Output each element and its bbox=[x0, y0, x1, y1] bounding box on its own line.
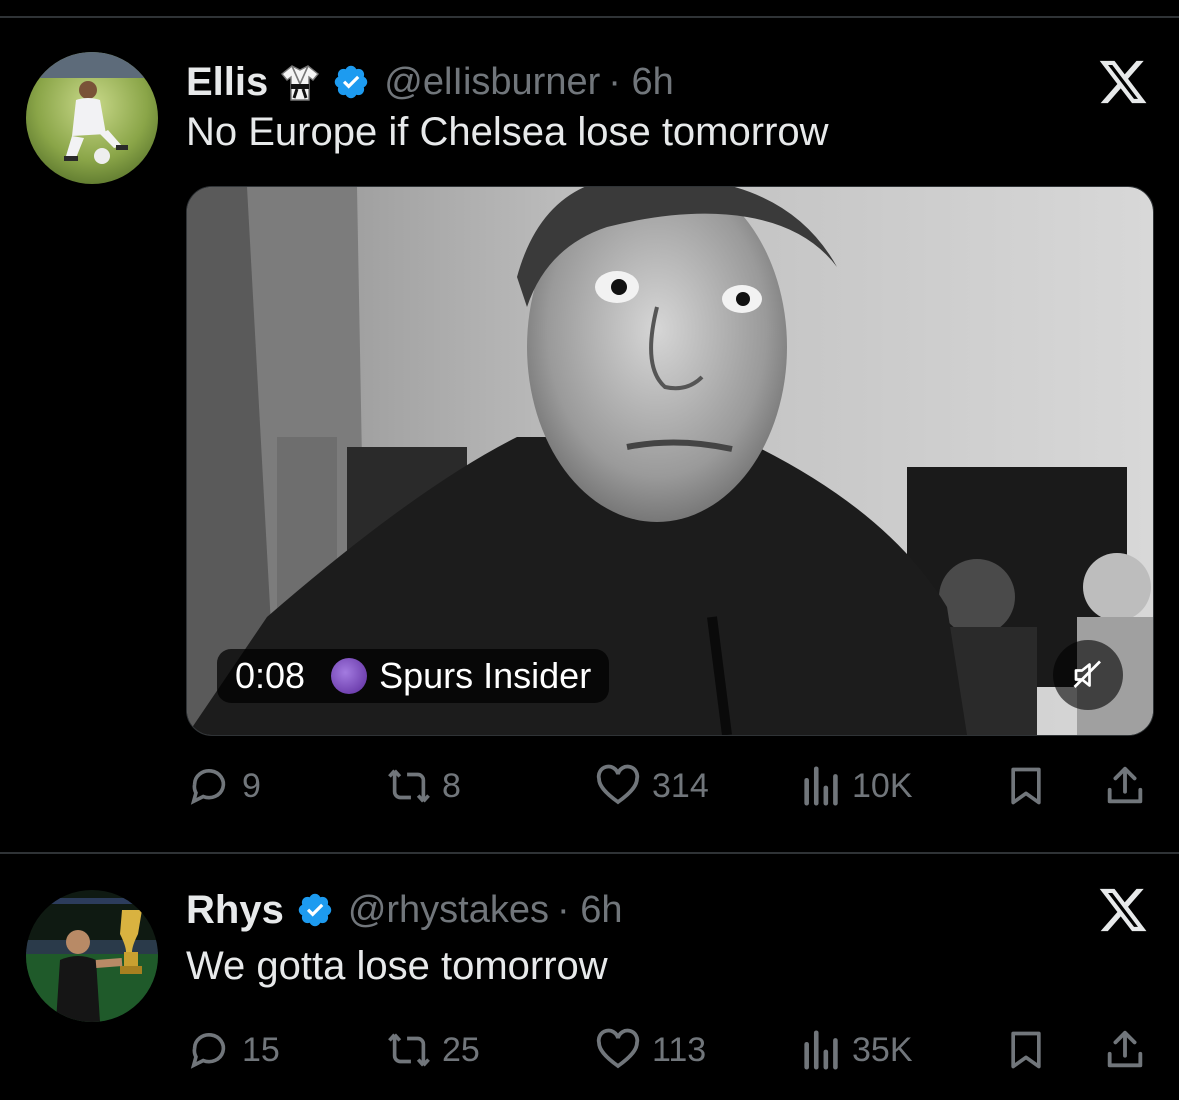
repost-button[interactable]: 8 bbox=[386, 760, 461, 812]
like-count: 314 bbox=[652, 766, 709, 805]
reply-icon bbox=[190, 1033, 226, 1069]
display-name[interactable]: Ellis bbox=[186, 60, 268, 105]
views-button[interactable]: 35K bbox=[802, 1024, 913, 1076]
verified-badge-icon bbox=[296, 891, 334, 929]
handle[interactable]: @rhystakes bbox=[348, 889, 549, 932]
bookmark-icon bbox=[1011, 1031, 1041, 1069]
tweet-header: Rhys @rhystakes · 6h bbox=[186, 880, 623, 940]
like-count: 113 bbox=[652, 1030, 707, 1069]
share-icon bbox=[1107, 766, 1143, 804]
tweet-ellis[interactable]: Ellis @elIisburner · 6h No Europe if Che… bbox=[0, 52, 1179, 852]
x-logo-icon bbox=[1097, 884, 1149, 936]
avatar[interactable] bbox=[26, 52, 158, 184]
view-count: 35K bbox=[852, 1030, 913, 1069]
tweet-header: Ellis @elIisburner · 6h bbox=[186, 52, 674, 112]
repost-count: 25 bbox=[442, 1030, 480, 1069]
share-icon bbox=[1107, 1030, 1143, 1068]
timestamp[interactable]: · 6h bbox=[608, 61, 673, 104]
source-avatar bbox=[331, 658, 368, 694]
bookmark-button[interactable] bbox=[1004, 1024, 1048, 1076]
tweet-divider bbox=[0, 852, 1179, 854]
tweet-text: We gotta lose tomorrow bbox=[186, 944, 608, 988]
repost-button[interactable]: 25 bbox=[386, 1024, 480, 1076]
video-player[interactable]: 0:08 Spurs Insider bbox=[186, 186, 1154, 736]
reply-count: 15 bbox=[242, 1030, 280, 1069]
bookmark-icon bbox=[1011, 767, 1041, 805]
tweet-actions: 15 25 113 35K bbox=[186, 1024, 1152, 1076]
share-button[interactable] bbox=[1102, 760, 1148, 812]
repost-icon bbox=[388, 769, 430, 803]
tweet-actions: 9 8 314 10K bbox=[186, 760, 1152, 812]
handle[interactable]: @elIisburner bbox=[384, 61, 600, 104]
view-count: 10K bbox=[852, 766, 913, 805]
tweet-rhys[interactable]: Rhys @rhystakes · 6h We gotta lose tomor… bbox=[0, 880, 1179, 1100]
views-button[interactable]: 10K bbox=[802, 760, 913, 812]
reply-count: 9 bbox=[242, 766, 261, 805]
repost-count: 8 bbox=[442, 766, 461, 805]
martial-arts-uniform-icon bbox=[280, 62, 320, 102]
verified-badge-icon bbox=[332, 63, 370, 101]
timestamp[interactable]: · 6h bbox=[557, 889, 622, 932]
video-source[interactable]: Spurs Insider bbox=[379, 655, 591, 697]
reply-button[interactable]: 15 bbox=[186, 1024, 280, 1076]
top-divider bbox=[0, 16, 1179, 18]
tweet-text: No Europe if Chelsea lose tomorrow bbox=[186, 110, 829, 154]
heart-icon bbox=[596, 764, 640, 805]
x-logo-icon bbox=[1097, 56, 1149, 108]
mute-toggle-icon[interactable] bbox=[1053, 640, 1123, 710]
share-button[interactable] bbox=[1102, 1024, 1148, 1076]
views-icon bbox=[804, 1030, 838, 1070]
bookmark-button[interactable] bbox=[1004, 760, 1048, 812]
video-duration: 0:08 bbox=[235, 655, 306, 696]
like-button[interactable]: 314 bbox=[594, 760, 709, 812]
avatar[interactable] bbox=[26, 890, 158, 1022]
display-name[interactable]: Rhys bbox=[186, 888, 284, 933]
like-button[interactable]: 113 bbox=[594, 1024, 706, 1076]
reply-icon bbox=[190, 769, 226, 805]
reply-button[interactable]: 9 bbox=[186, 760, 261, 812]
video-info-pill: 0:08 Spurs Insider bbox=[217, 649, 610, 703]
views-icon bbox=[804, 766, 838, 806]
repost-icon bbox=[388, 1033, 430, 1067]
heart-icon bbox=[596, 1028, 640, 1069]
